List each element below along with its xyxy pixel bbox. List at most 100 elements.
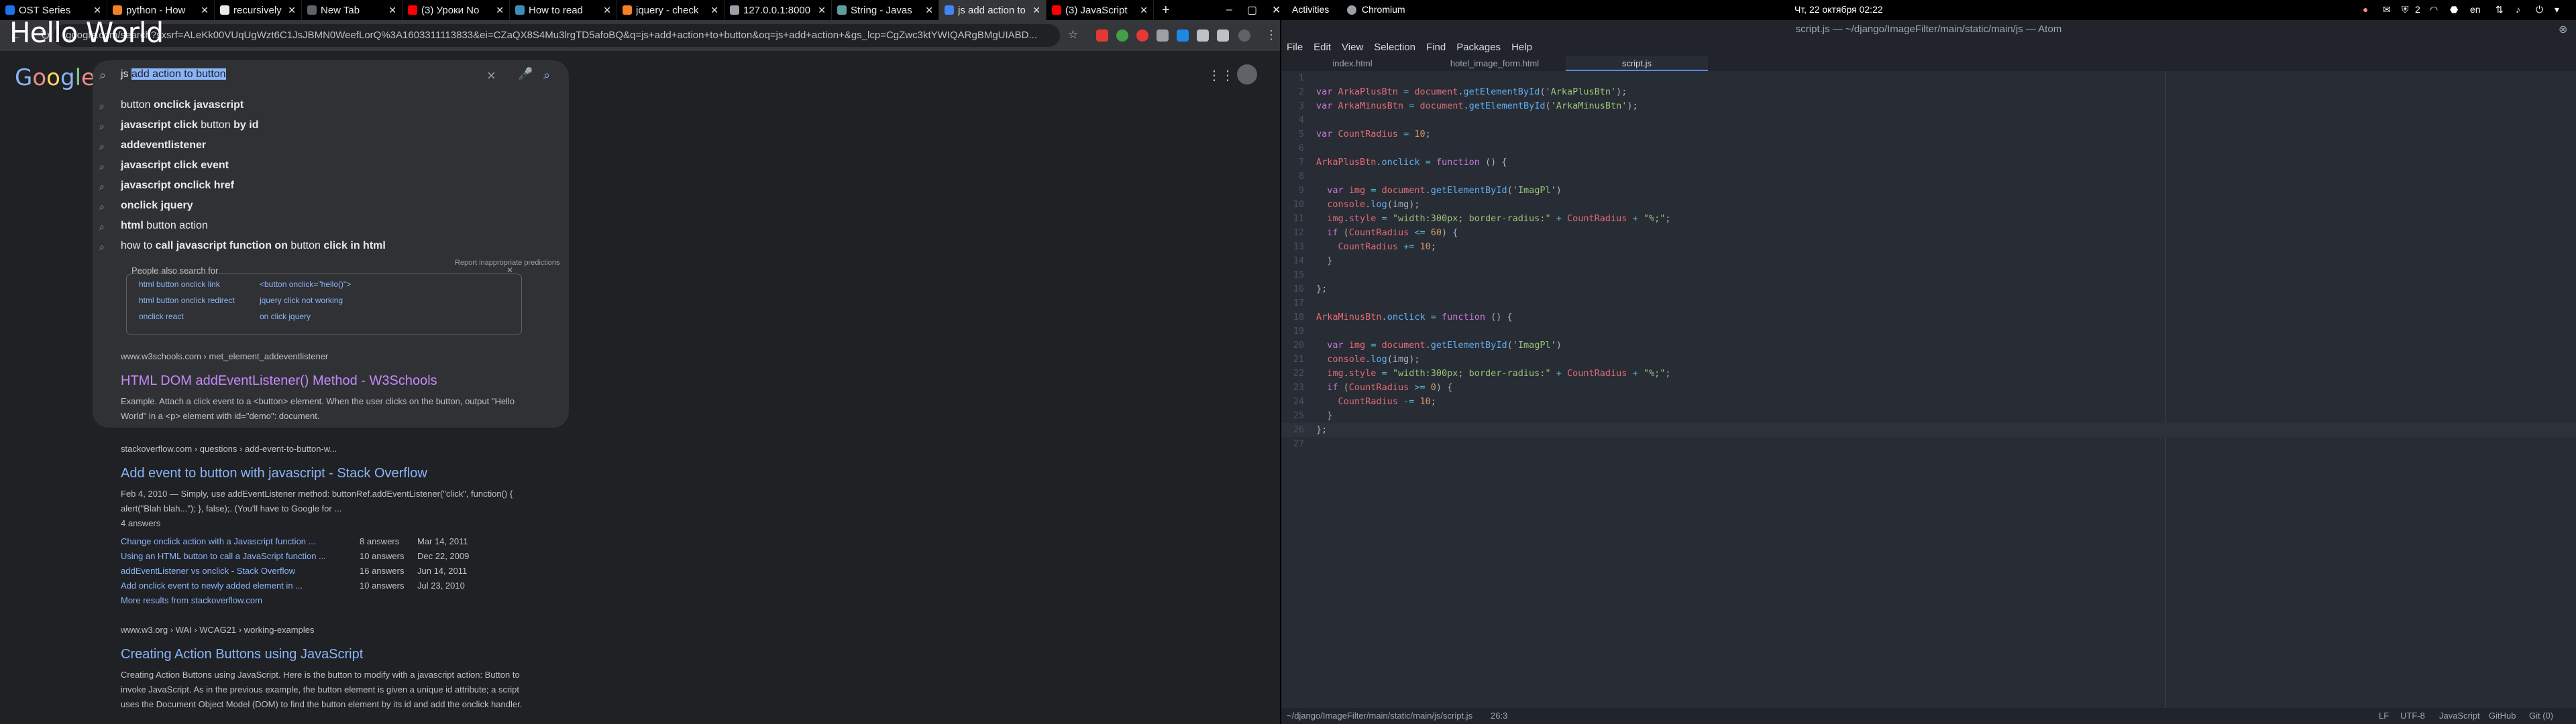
menu-help[interactable]: Help <box>1506 39 1538 56</box>
sublink[interactable]: Add onclick event to newly added element… <box>121 581 303 591</box>
omnibox-input[interactable]: google.com/search?sxsrf=ALeKk00VUqUgWzt6… <box>54 24 1060 47</box>
bookmark-star-icon[interactable]: ☆ <box>1068 28 1078 42</box>
menu-dots-icon[interactable]: ⋮ <box>1265 28 1277 42</box>
volume-icon[interactable]: ♪ <box>2516 4 2520 15</box>
close-icon[interactable]: ✕ <box>1032 5 1040 16</box>
people-also-link[interactable]: html button onclick redirect <box>139 296 235 305</box>
status-bar: ~/django/ImageFilter/main/static/main/js… <box>1281 708 2576 724</box>
search-icon: ⌕ <box>99 241 105 252</box>
mic-icon[interactable]: 🎤 <box>518 67 533 81</box>
close-icon[interactable]: ✕ <box>1140 5 1148 16</box>
lang-indicator[interactable]: en <box>2470 4 2481 15</box>
menu-packages[interactable]: Packages <box>1451 39 1506 56</box>
close-icon[interactable]: ⊗ <box>2559 23 2567 36</box>
browser-tab[interactable]: String - Javas ✕ <box>832 0 939 20</box>
sublink[interactable]: Using an HTML button to call a JavaScrip… <box>121 551 326 561</box>
menu-file[interactable]: File <box>1281 39 1308 56</box>
more-results-link[interactable]: More results from stackoverflow.com <box>121 595 262 605</box>
menu-selection[interactable]: Selection <box>1368 39 1421 56</box>
extension-icon[interactable] <box>1177 29 1189 42</box>
suggestion-item[interactable]: how to call javascript function on butto… <box>121 240 386 252</box>
shield-icon[interactable]: ⛨ <box>2402 4 2409 15</box>
browser-tab[interactable]: 127.0.0.1:8000 ✕ <box>724 0 832 20</box>
browser-tab[interactable]: (3) Уроки No ✕ <box>402 0 510 20</box>
activities-button[interactable]: Activities <box>1292 4 1329 15</box>
encoding[interactable]: UTF-8 <box>2400 711 2425 721</box>
close-icon[interactable]: ✕ <box>818 5 826 16</box>
clock[interactable]: Чт, 22 октября 02:22 <box>1794 4 1883 15</box>
people-also-link[interactable]: jquery click not working <box>260 296 343 305</box>
result-title[interactable]: HTML DOM addEventListener() Method - W3S… <box>121 373 517 389</box>
tab-script-js[interactable]: script.js <box>1566 56 1708 71</box>
result-url[interactable]: stackoverflow.com › questions › add-even… <box>121 444 517 454</box>
git-button[interactable]: Git (0) <box>2529 711 2553 721</box>
close-icon[interactable]: ✕ <box>710 5 718 16</box>
result-title[interactable]: Add event to button with javascript - St… <box>121 466 517 481</box>
puzzle-icon[interactable] <box>1197 29 1209 42</box>
app-menu[interactable]: Chromium <box>1362 4 1405 15</box>
result-url[interactable]: www.w3schools.com › met_element_addevent… <box>121 351 517 361</box>
suggestion-item[interactable]: javascript click event <box>121 160 229 172</box>
suggestion-item[interactable]: javascript click button by id <box>121 119 258 131</box>
close-icon[interactable]: ✕ <box>288 5 296 16</box>
people-also-link[interactable]: <button onclick="hello()"> <box>260 280 351 289</box>
extension-icon[interactable] <box>1096 29 1108 42</box>
wifi-icon[interactable]: ◠ <box>2430 4 2438 15</box>
tab-index-html[interactable]: index.html <box>1281 56 1424 71</box>
browser-tab[interactable]: How to read ✕ <box>510 0 617 20</box>
people-also-link[interactable]: html button onclick link <box>139 280 220 289</box>
clear-icon[interactable]: × <box>487 67 496 84</box>
account-avatar[interactable] <box>1237 64 1257 84</box>
extension-icon[interactable] <box>1136 29 1148 42</box>
close-icon[interactable]: ✕ <box>93 5 101 16</box>
sublink[interactable]: addEventListener vs onclick - Stack Over… <box>121 566 295 576</box>
close-icon[interactable]: ✕ <box>925 5 933 16</box>
people-also-link[interactable]: onclick react <box>139 312 184 321</box>
suggestion-item[interactable]: html button action <box>121 220 208 232</box>
browser-tab[interactable]: recursively fi ✕ <box>215 0 302 20</box>
menu-edit[interactable]: Edit <box>1308 39 1336 56</box>
profile-avatar[interactable] <box>1238 29 1250 42</box>
extension-icon[interactable] <box>1217 29 1229 42</box>
network-icon[interactable]: ⇅ <box>2496 4 2504 15</box>
indicator-icon[interactable]: ✉ <box>2383 4 2391 15</box>
cursor-position[interactable]: 26:3 <box>1491 711 1507 721</box>
people-also-link[interactable]: on click jquery <box>260 312 311 321</box>
browser-tab[interactable]: (3) JavaScript ✕ <box>1046 0 1154 20</box>
new-tab-button[interactable]: + <box>1154 3 1178 18</box>
maximize-icon[interactable]: ▢ <box>1247 3 1257 17</box>
close-icon[interactable]: ✕ <box>603 5 611 16</box>
line-ending[interactable]: LF <box>2379 711 2389 721</box>
result-title[interactable]: Creating Action Buttons using JavaScript <box>121 647 523 662</box>
indicator-icon[interactable]: ● <box>2363 4 2368 15</box>
google-logo[interactable]: Google <box>15 64 95 91</box>
close-icon[interactable]: ✕ <box>201 5 209 16</box>
search-submit-icon[interactable]: ⌕ <box>543 68 550 82</box>
menu-find[interactable]: Find <box>1421 39 1451 56</box>
status-file-path[interactable]: ~/django/ImageFilter/main/static/main/js… <box>1287 711 1472 721</box>
power-icon[interactable]: ⏻ <box>2536 4 2543 15</box>
sublink[interactable]: Change onclick action with a Javascript … <box>121 536 315 546</box>
browser-tab[interactable]: js add action to ✕ <box>939 0 1046 20</box>
tab-hotel-image-form[interactable]: hotel_image_form.html <box>1424 56 1566 71</box>
close-icon[interactable]: ✕ <box>496 5 504 16</box>
extension-icon[interactable] <box>1157 29 1169 42</box>
close-icon[interactable]: ✕ <box>388 5 396 16</box>
suggestion-item[interactable]: button onclick javascript <box>121 99 244 111</box>
menu-view[interactable]: View <box>1336 39 1368 56</box>
suggestion-item[interactable]: onclick jquery <box>121 200 193 212</box>
code-editor[interactable]: 1 2 var ArkaPlusBtn = document.getElement… <box>1281 71 2576 701</box>
sublink-answers: 10 answers <box>360 551 405 561</box>
github-button[interactable]: GitHub <box>2489 711 2516 721</box>
search-input[interactable]: js add action to button <box>121 68 226 80</box>
chevron-down-icon[interactable]: ▾ <box>2555 4 2559 15</box>
extension-icon[interactable] <box>1116 29 1128 42</box>
minimize-icon[interactable]: – <box>1226 4 1232 16</box>
indicator-icon[interactable]: ⬣ <box>2450 4 2458 15</box>
browser-tab[interactable]: New Tab ✕ <box>302 0 402 20</box>
result-url[interactable]: www.w3.org › WAI › WCAG21 › working-exam… <box>121 625 523 635</box>
browser-tab[interactable]: jquery - check ✕ <box>617 0 724 20</box>
suggestion-item[interactable]: addeventlistener <box>121 139 206 152</box>
grammar[interactable]: JavaScript <box>2439 711 2480 721</box>
suggestion-item[interactable]: javascript onclick href <box>121 180 234 192</box>
